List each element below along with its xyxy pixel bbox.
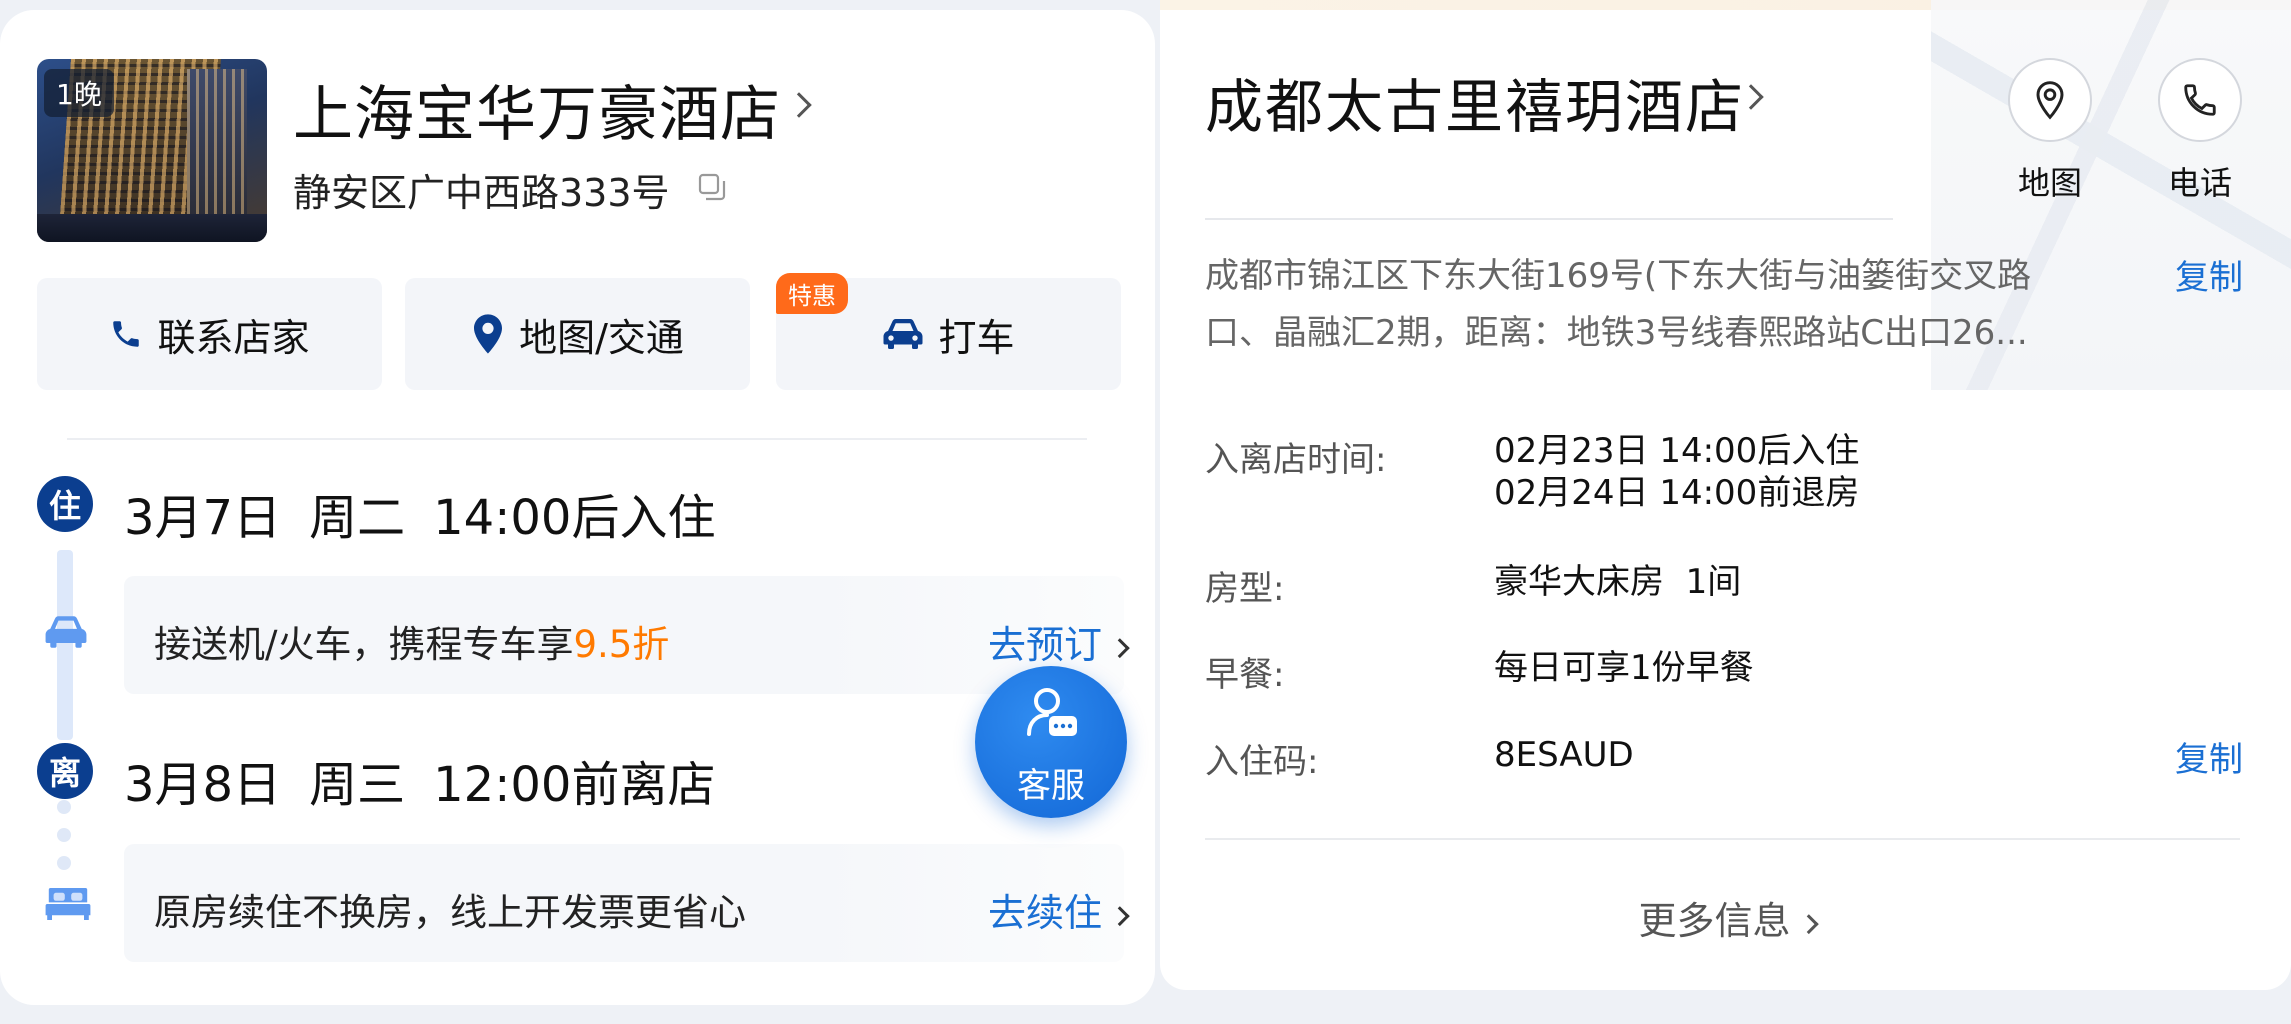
customer-service-label: 客服: [1017, 766, 1085, 806]
checkout-tag: 离: [37, 743, 93, 799]
left-order-card: 1晚 上海宝华万豪酒店 静安区广中西路333号 联系店家 地图/交通 打车 特惠…: [0, 10, 1155, 1005]
hotel-name-title[interactable]: 成都太古里禧玥酒店: [1205, 60, 1745, 144]
map-button[interactable]: [2008, 58, 2092, 142]
divider: [1205, 838, 2240, 840]
book-transfer-label: 去预订: [987, 623, 1102, 667]
timeline-dot: [57, 800, 71, 814]
hotel-address-block: 成都市锦江区下东大街169号(下东大街与油篓街交叉路 口、晶融汇2期，距离：地铁…: [1205, 248, 2105, 362]
nights-badge: 1晚: [44, 69, 114, 117]
checkin-weekday: 周二: [309, 490, 406, 546]
extend-stay-link[interactable]: 去续住: [987, 882, 1130, 937]
map-transport-label: 地图/交通: [519, 315, 684, 360]
divider: [67, 438, 1087, 440]
checkin-time: 14:00后入住: [433, 490, 716, 546]
address-line-2: 口、晶融汇2期，距离：地铁3号线春熙路站C出口26...: [1205, 313, 2028, 353]
chevron-right-icon[interactable]: [786, 92, 812, 118]
more-info-label: 更多信息: [1638, 899, 1791, 943]
checkin-date: 3月7日: [124, 490, 282, 546]
checkout-weekday: 周三: [309, 757, 406, 813]
map-label: 地图: [2018, 164, 2083, 202]
transfer-promo-desc: 接送机/火车，携程专车享: [154, 623, 574, 666]
map-transport-button[interactable]: 地图/交通: [405, 278, 750, 390]
map-pin-outline-icon: [2036, 81, 2064, 120]
building-graphic-2: [187, 69, 247, 229]
chevron-right-icon: [1109, 638, 1130, 659]
checkin-date-line: 3月7日 周二 14:00后入住: [124, 478, 715, 548]
checkout-date-line: 3月8日 周三 12:00前离店: [124, 745, 715, 815]
hotel-photo[interactable]: 1晚: [37, 59, 267, 242]
copy-code-button[interactable]: 复制: [2175, 732, 2243, 781]
book-transfer-link[interactable]: 去预订: [987, 614, 1130, 669]
chevron-right-icon: [1109, 906, 1130, 927]
phone-icon: [113, 321, 140, 347]
copy-icon[interactable]: [697, 172, 727, 202]
phone-label: 电话: [2168, 164, 2233, 202]
hotel-address: 静安区广中西路333号: [293, 171, 670, 215]
taxi-label: 打车: [938, 315, 1015, 360]
contact-hotel-label: 联系店家: [157, 315, 310, 360]
checkin-tag: 住: [37, 476, 93, 532]
extend-stay-label: 去续住: [987, 891, 1102, 935]
location-pin-icon: [474, 314, 503, 354]
checkin-code-label: 入住码:: [1205, 742, 1319, 782]
transfer-promo-text: 接送机/火车，携程专车享9.5折: [154, 614, 669, 668]
ground-graphic: [37, 214, 267, 242]
discount-highlight: 9.5折: [573, 623, 670, 666]
breakfast-label: 早餐:: [1205, 655, 1285, 695]
right-order-card: 成都太古里禧玥酒店 地图 电话 成都市锦江区下东大街169号(下东大街与油篓街交…: [1160, 0, 2291, 990]
checkin-time-value: 02月23日 14:00后入住: [1494, 431, 1860, 471]
checkout-time-value: 02月24日 14:00前退房: [1494, 473, 1860, 513]
special-offer-tag: 特惠: [776, 273, 848, 314]
extend-stay-text: 原房续住不换房，线上开发票更省心: [154, 891, 746, 934]
copy-address-button[interactable]: 复制: [2175, 250, 2243, 299]
checkout-date: 3月8日: [124, 757, 282, 813]
breakfast-value: 每日可享1份早餐: [1494, 648, 1754, 688]
checkout-time: 12:00前离店: [433, 757, 716, 813]
room-type-label: 房型:: [1205, 569, 1285, 609]
extend-stay-promo-row[interactable]: 原房续住不换房，线上开发票更省心 去续住: [124, 844, 1130, 962]
customer-service-icon: [1027, 688, 1077, 736]
phone-outline-icon: [2184, 84, 2216, 116]
hotel-name-title[interactable]: 上海宝华万豪酒店: [293, 66, 781, 153]
car-icon: [45, 616, 87, 648]
customer-service-button[interactable]: 客服: [975, 666, 1127, 818]
phone-button[interactable]: [2158, 58, 2242, 142]
stay-time-label: 入离店时间:: [1205, 440, 1387, 480]
bed-icon: [45, 888, 91, 920]
divider: [1205, 218, 1893, 220]
checkin-code-value: 8ESAUD: [1494, 735, 1634, 775]
car-icon: [883, 319, 923, 349]
timeline-dot: [57, 856, 71, 870]
transfer-promo-row[interactable]: 接送机/火车，携程专车享9.5折 去预订: [124, 576, 1130, 694]
contact-hotel-button[interactable]: 联系店家: [37, 278, 382, 390]
address-line-1: 成都市锦江区下东大街169号(下东大街与油篓街交叉路: [1205, 256, 2032, 296]
room-type-value: 豪华大床房 1间: [1494, 562, 1742, 602]
more-info-link[interactable]: 更多信息: [1160, 890, 2291, 945]
chevron-right-icon: [1798, 914, 1819, 935]
timeline-dot: [57, 828, 71, 842]
